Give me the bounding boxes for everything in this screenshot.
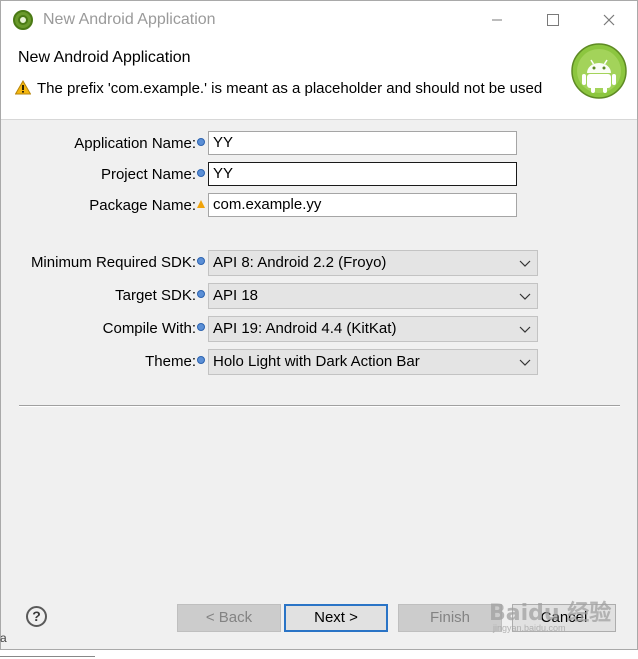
chevron-down-icon — [519, 260, 531, 267]
window-title: New Android Application — [43, 11, 216, 28]
background-divider — [0, 656, 95, 657]
chevron-down-icon — [519, 326, 531, 333]
info-icon — [197, 356, 205, 364]
min-sdk-label: Minimum Required SDK: — [31, 254, 205, 271]
compile-with-label: Compile With: — [103, 320, 205, 337]
minimize-button[interactable] — [469, 1, 525, 39]
info-icon — [197, 169, 205, 177]
min-sdk-value: API 8: Android 2.2 (Froyo) — [213, 254, 387, 271]
info-icon — [197, 257, 205, 265]
theme-value: Holo Light with Dark Action Bar — [213, 353, 420, 370]
window-controls — [469, 1, 637, 39]
wizard-banner: New Android Application The prefix 'com.… — [1, 39, 637, 120]
maximize-icon — [547, 14, 559, 26]
warning-small-icon — [197, 200, 205, 208]
separator — [19, 405, 620, 407]
target-sdk-label: Target SDK: — [115, 287, 205, 304]
application-name-label: Application Name: — [74, 135, 205, 152]
finish-button[interactable]: Finish — [398, 604, 502, 632]
warning-message: The prefix 'com.example.' is meant as a … — [15, 79, 560, 98]
maximize-button[interactable] — [525, 1, 581, 39]
package-name-field[interactable]: com.example.yy — [208, 193, 517, 217]
next-button[interactable]: Next > — [284, 604, 388, 632]
back-button[interactable]: < Back — [177, 604, 281, 632]
title-bar: New Android Application — [1, 1, 637, 39]
minimize-icon — [492, 19, 502, 21]
close-icon — [603, 14, 615, 26]
application-name-field[interactable]: YY — [208, 131, 517, 155]
android-logo-icon — [571, 43, 627, 99]
theme-label: Theme: — [145, 353, 205, 370]
info-icon — [197, 290, 205, 298]
project-name-label: Project Name: — [101, 166, 205, 183]
project-name-field[interactable]: YY — [208, 162, 517, 186]
chevron-down-icon — [519, 359, 531, 366]
page-title: New Android Application — [18, 49, 191, 66]
help-icon[interactable]: ? — [26, 606, 47, 627]
background-text-fragment: a — [0, 631, 7, 645]
min-sdk-select[interactable]: API 8: Android 2.2 (Froyo) — [208, 250, 538, 276]
eclipse-adt-icon — [13, 10, 33, 30]
warning-text: The prefix 'com.example.' is meant as a … — [37, 80, 543, 97]
compile-with-select[interactable]: API 19: Android 4.4 (KitKat) — [208, 316, 538, 342]
compile-with-value: API 19: Android 4.4 (KitKat) — [213, 320, 397, 337]
close-button[interactable] — [581, 1, 637, 39]
theme-select[interactable]: Holo Light with Dark Action Bar — [208, 349, 538, 375]
warning-icon — [15, 80, 31, 95]
package-name-label: Package Name: — [89, 197, 205, 214]
target-sdk-value: API 18 — [213, 287, 259, 304]
info-icon — [197, 323, 205, 331]
new-android-application-dialog: New Android Application New Android Appl… — [0, 0, 638, 650]
info-icon — [197, 138, 205, 146]
target-sdk-select[interactable]: API 18 — [208, 283, 538, 309]
cancel-button[interactable]: Cancel — [512, 604, 616, 632]
chevron-down-icon — [519, 293, 531, 300]
